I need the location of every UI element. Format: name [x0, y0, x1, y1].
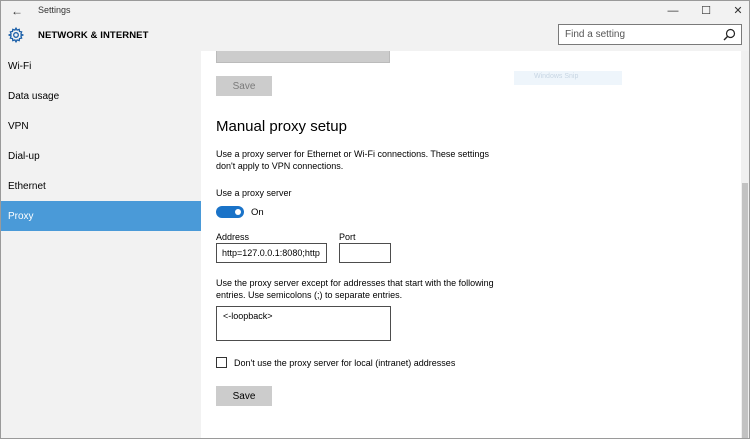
sidebar-item-vpn[interactable]: VPN: [1, 111, 201, 141]
exceptions-textarea[interactable]: <-loopback>: [217, 307, 390, 340]
sidebar-item-wifi[interactable]: Wi-Fi: [1, 51, 201, 81]
sidebar-item-label: Ethernet: [8, 181, 46, 192]
search-icon[interactable]: [723, 28, 736, 41]
save-button[interactable]: Save: [216, 386, 272, 406]
section-title: NETWORK & INTERNET: [38, 30, 149, 41]
sidebar-item-ethernet[interactable]: Ethernet: [1, 171, 201, 201]
address-field[interactable]: [216, 243, 327, 263]
back-arrow-icon[interactable]: ←: [9, 3, 25, 19]
scrollbar-thumb[interactable]: [742, 183, 748, 438]
script-save-button[interactable]: Save: [216, 76, 272, 96]
sidebar-item-dial-up[interactable]: Dial-up: [1, 141, 201, 171]
use-proxy-toggle[interactable]: [216, 206, 244, 218]
previous-field[interactable]: [216, 51, 390, 63]
sidebar-item-proxy[interactable]: Proxy: [1, 201, 201, 231]
sidebar: Wi-Fi Data usage VPN Dial-up Ethernet Pr…: [1, 51, 201, 438]
local-addresses-checkbox[interactable]: [216, 357, 227, 368]
title-bar: ← Settings — ☐ ✕: [1, 1, 749, 21]
page-header: NETWORK & INTERNET: [1, 21, 749, 51]
sidebar-item-label: Dial-up: [8, 151, 40, 162]
local-addresses-label: Don't use the proxy server for local (in…: [234, 358, 456, 368]
faint-overlay: Windows Snip: [514, 71, 622, 85]
address-label: Address: [216, 232, 250, 242]
window-title: Settings: [38, 5, 71, 15]
exceptions-field[interactable]: <-loopback>: [216, 306, 391, 341]
search-input[interactable]: [565, 27, 715, 42]
main-content: Windows Snip Save Manual proxy setup Use…: [201, 51, 749, 438]
scrollbar[interactable]: [741, 51, 749, 438]
port-input[interactable]: [340, 244, 390, 262]
close-icon[interactable]: ✕: [723, 2, 749, 20]
toggle-knob: [235, 209, 241, 215]
sidebar-item-label: Proxy: [8, 211, 34, 222]
minimize-icon[interactable]: —: [658, 2, 688, 20]
port-field[interactable]: [339, 243, 391, 263]
sidebar-item-label: Data usage: [8, 91, 60, 102]
manual-proxy-heading: Manual proxy setup: [216, 118, 347, 135]
settings-window: ← Settings — ☐ ✕ NETWORK & INTERNET Wi-F…: [0, 0, 750, 439]
manual-proxy-description: Use a proxy server for Ethernet or Wi-Fi…: [216, 149, 489, 171]
use-proxy-label: Use a proxy server: [216, 188, 292, 198]
address-input[interactable]: [217, 244, 326, 262]
sidebar-item-label: Wi-Fi: [8, 61, 32, 72]
faint-overlay-text: Windows Snip: [534, 73, 579, 80]
search-box[interactable]: [558, 24, 742, 45]
maximize-icon[interactable]: ☐: [691, 2, 721, 20]
port-label: Port: [339, 232, 356, 242]
sidebar-item-data-usage[interactable]: Data usage: [1, 81, 201, 111]
gear-icon: [8, 27, 24, 43]
exceptions-description: Use the proxy server except for addresse…: [216, 278, 494, 300]
toggle-state-label: On: [251, 207, 264, 218]
sidebar-item-label: VPN: [8, 121, 29, 132]
